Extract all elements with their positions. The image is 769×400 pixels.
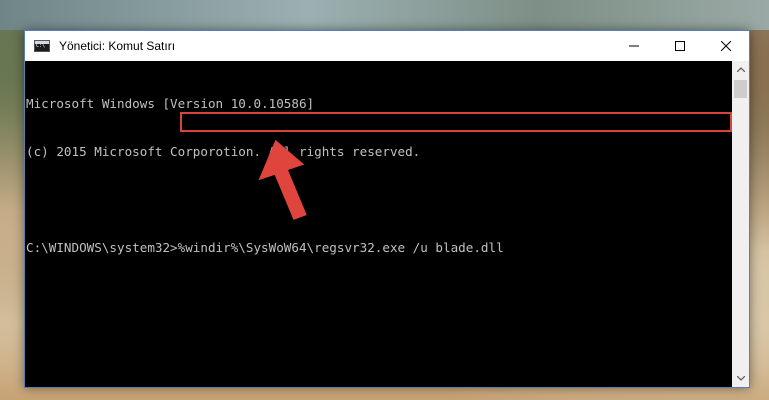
scroll-up-button[interactable] — [732, 61, 749, 78]
desktop-background — [0, 0, 769, 30]
vertical-scrollbar[interactable] — [732, 61, 749, 387]
close-icon — [721, 41, 731, 51]
console-line: Microsoft Windows [Version 10.0.10586] — [26, 96, 315, 111]
maximize-icon — [675, 41, 685, 51]
command-line[interactable]: C:\WINDOWS\system32>%windir%\SysWoW64\re… — [26, 240, 732, 256]
command-prompt-window[interactable]: Yönetici: Komut Satırı Microsoft Windows… — [24, 30, 750, 388]
chevron-up-icon — [736, 67, 745, 72]
close-button[interactable] — [703, 31, 749, 61]
scroll-down-button[interactable] — [732, 370, 749, 387]
console-output[interactable]: Microsoft Windows [Version 10.0.10586] (… — [25, 61, 732, 387]
console-line: (c) 2015 Microsoft Corporotion. All righ… — [26, 144, 421, 159]
maximize-button[interactable] — [657, 31, 703, 61]
cmd-icon — [34, 40, 50, 52]
scroll-thumb[interactable] — [734, 80, 747, 98]
command-highlight-box — [180, 112, 732, 132]
minimize-icon — [629, 45, 639, 47]
pointer-arrow-icon — [258, 139, 307, 220]
minimize-button[interactable] — [611, 31, 657, 61]
chevron-down-icon — [736, 376, 745, 381]
window-controls — [611, 31, 749, 61]
title-bar[interactable]: Yönetici: Komut Satırı — [25, 31, 749, 61]
window-title: Yönetici: Komut Satırı — [59, 39, 176, 53]
